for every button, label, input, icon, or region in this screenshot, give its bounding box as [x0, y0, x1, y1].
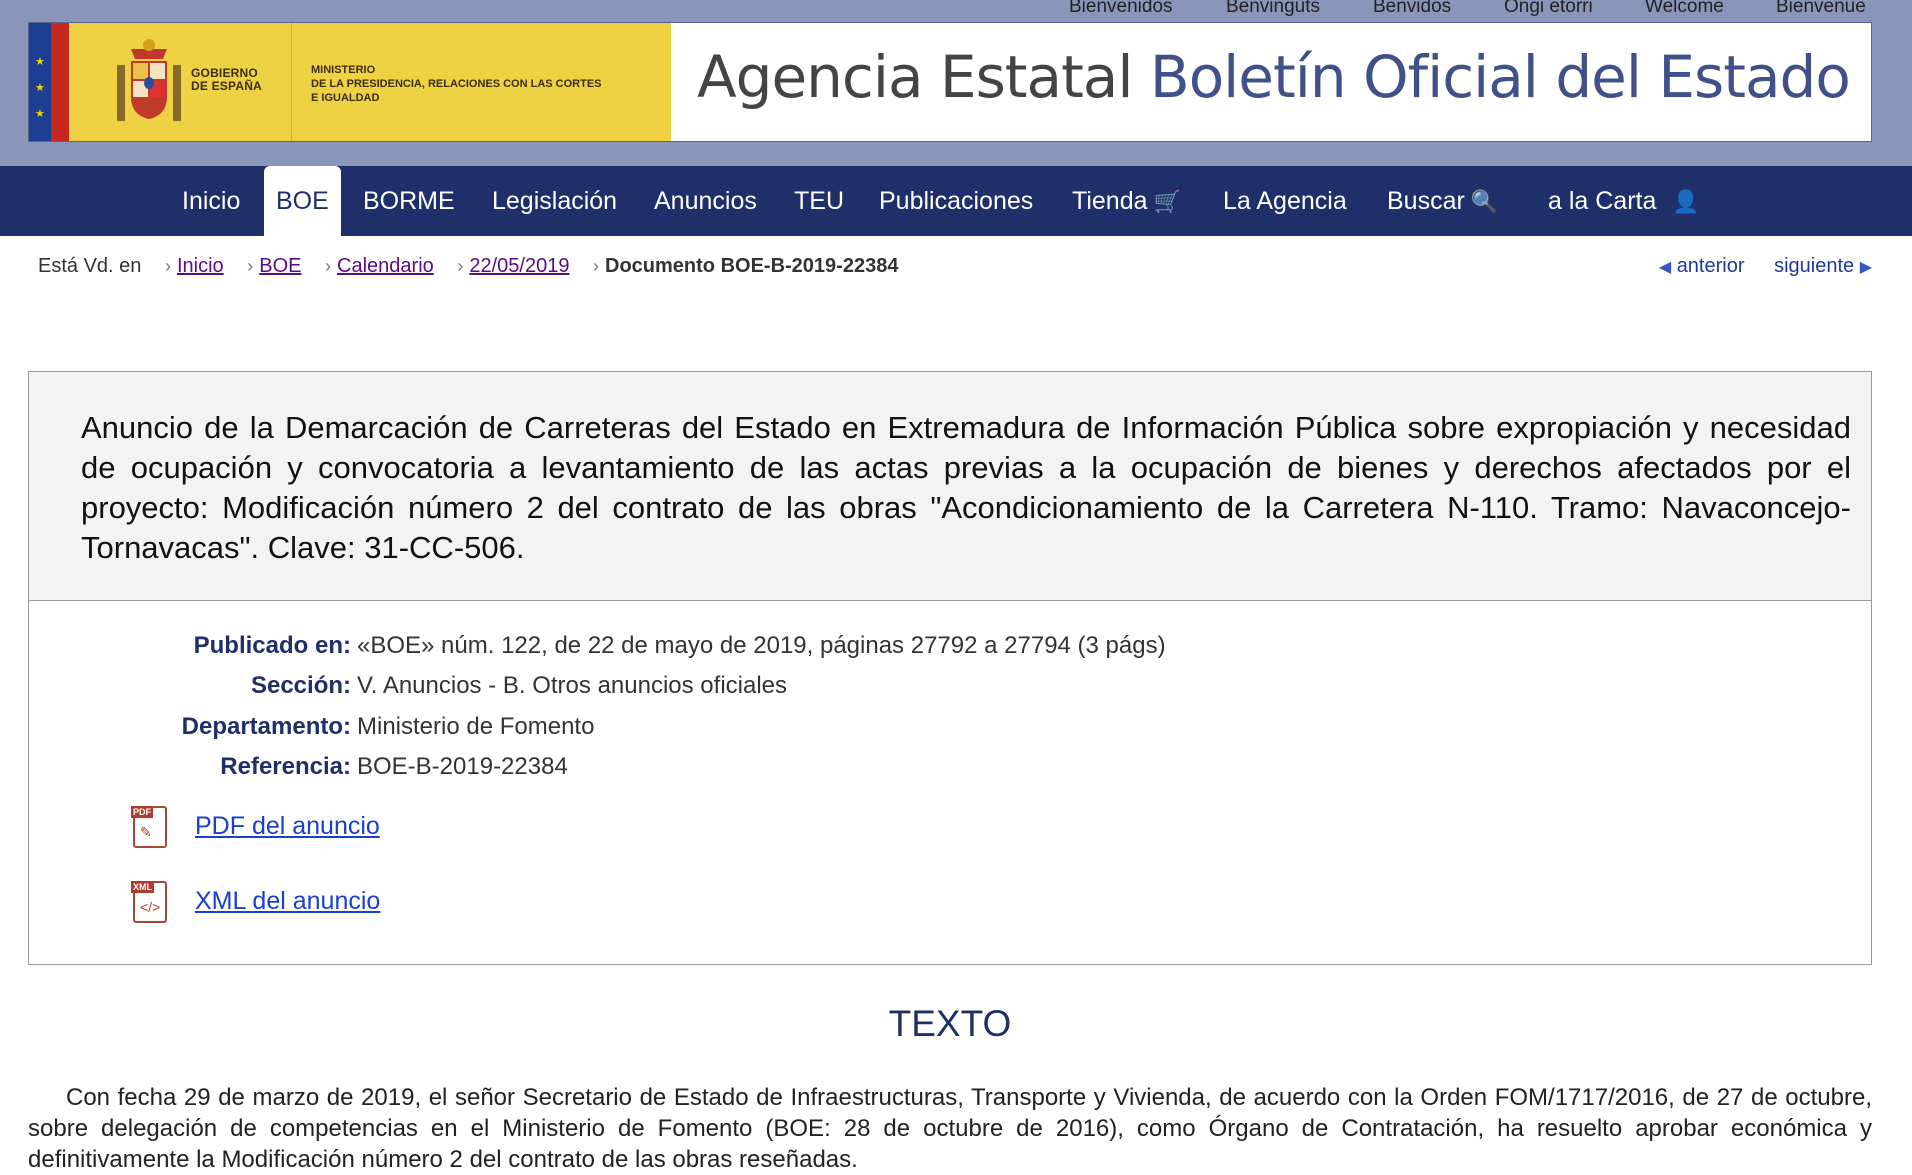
nav-item-anuncios[interactable]: Anuncios [654, 166, 757, 236]
nav-item-label: a la Carta [1548, 187, 1657, 215]
document-box: Anuncio de la Demarcación de Carreteras … [28, 371, 1872, 965]
flag-red-strip [51, 23, 69, 141]
divider [291, 23, 292, 141]
nav-item-boe[interactable]: BOE [264, 166, 341, 236]
document-title: Anuncio de la Demarcación de Carreteras … [81, 410, 1851, 565]
meta-key: Referencia: [220, 753, 351, 780]
breadcrumb-link[interactable]: Calendario [337, 255, 434, 277]
pdf-file-icon: PDF ✎ [131, 806, 167, 848]
chevron-right-icon: › [593, 256, 600, 276]
nav-item-teu[interactable]: TEU [794, 166, 844, 236]
nav-item-buscar[interactable]: Buscar 🔍 [1387, 166, 1498, 236]
chevron-right-icon: › [247, 256, 254, 276]
nav-item-legislacion[interactable]: Legislación [492, 166, 617, 236]
lang-link[interactable]: Ongi etorri [1504, 0, 1593, 18]
meta-value: V. Anuncios - B. Otros anuncios oficiale… [357, 672, 788, 699]
meta-key: Departamento: [181, 713, 351, 740]
nav-item-inicio[interactable]: Inicio [182, 166, 240, 236]
nav-item-borme[interactable]: BORME [363, 166, 455, 236]
document-header: Anuncio de la Demarcación de Carreteras … [29, 372, 1871, 601]
lang-link[interactable]: Bienvenue [1776, 0, 1866, 18]
lang-link[interactable]: Bienvenidos [1069, 0, 1173, 18]
arrow-right-icon[interactable]: ▶ [1860, 259, 1872, 276]
next-link[interactable]: siguiente [1774, 255, 1854, 277]
language-bar: Bienvenidos Benvinguts Benvidos Ongi eto… [0, 0, 1912, 22]
nav-item-publicaciones[interactable]: Publicaciones [879, 166, 1033, 236]
gov-label: GOBIERNO DE ESPAÑA [191, 66, 262, 93]
prev-link[interactable]: anterior [1677, 255, 1745, 277]
nav-item-label: Buscar [1387, 187, 1465, 215]
meta-key: Sección: [250, 672, 351, 699]
xml-file-icon: XML </> [131, 881, 167, 923]
meta-key: Publicado en: [193, 632, 351, 659]
pager: ◀ anterior siguiente ▶ [1659, 255, 1872, 278]
chevron-right-icon: › [164, 256, 171, 276]
breadcrumb-current: Documento BOE-B-2019-22384 [605, 255, 899, 277]
nav-item-la-agencia[interactable]: La Agencia [1223, 166, 1347, 236]
breadcrumb: Está Vd. en › Inicio › BOE › Calendario › 22… [38, 255, 898, 278]
chevron-right-icon: › [457, 256, 464, 276]
pdf-link[interactable]: PDF del anuncio [195, 812, 380, 841]
coat-of-arms-icon [117, 39, 181, 121]
body-paragraph: Con fecha 29 de marzo de 2019, el señor … [28, 1084, 1872, 1173]
breadcrumb-link[interactable]: Inicio [177, 255, 224, 277]
breadcrumb-prefix: Está Vd. en [38, 255, 142, 277]
ministry-label: MINISTERIO DE LA PRESIDENCIA, RELACIONES… [311, 64, 602, 104]
government-logo[interactable]: ★ ★ ★ GOBIERNO DE ESPAÑA MINISTERIO DE LA … [29, 23, 671, 141]
user-icon: 👤 [1672, 189, 1700, 214]
lang-link[interactable]: Benvidos [1373, 0, 1451, 18]
nav-item-label: Tienda [1072, 187, 1148, 215]
chevron-right-icon: › [325, 256, 332, 276]
nav-item-a-la-carta[interactable]: a la Carta 👤 [1548, 166, 1700, 236]
eu-flag-strip: ★ ★ ★ [29, 23, 51, 141]
agency-title[interactable]: Agencia Estatal Boletín Oficial del Esta… [697, 43, 1851, 111]
meta-value: BOE-B-2019-22384 [357, 753, 568, 780]
search-icon: 🔍 [1470, 189, 1499, 214]
xml-link[interactable]: XML del anuncio [195, 887, 380, 916]
meta-value: «BOE» núm. 122, de 22 de mayo de 2019, p… [357, 632, 1166, 659]
site-header: ★ ★ ★ GOBIERNO DE ESPAÑA MINISTERIO DE LA … [28, 22, 1872, 142]
nav-item-tienda[interactable]: Tienda 🛒 [1072, 166, 1181, 236]
breadcrumb-link[interactable]: 22/05/2019 [469, 255, 569, 277]
meta-value: Ministerio de Fomento [357, 713, 595, 740]
cart-icon: 🛒 [1153, 189, 1181, 214]
breadcrumb-link[interactable]: BOE [259, 255, 301, 277]
main-nav: Inicio BOE BORME Legislación Anuncios TE… [0, 166, 1912, 236]
arrow-left-icon[interactable]: ◀ [1659, 259, 1671, 276]
lang-link[interactable]: Benvinguts [1226, 0, 1320, 18]
lang-link[interactable]: Welcome [1645, 0, 1724, 18]
texto-heading: TEXTO [888, 1003, 1012, 1044]
